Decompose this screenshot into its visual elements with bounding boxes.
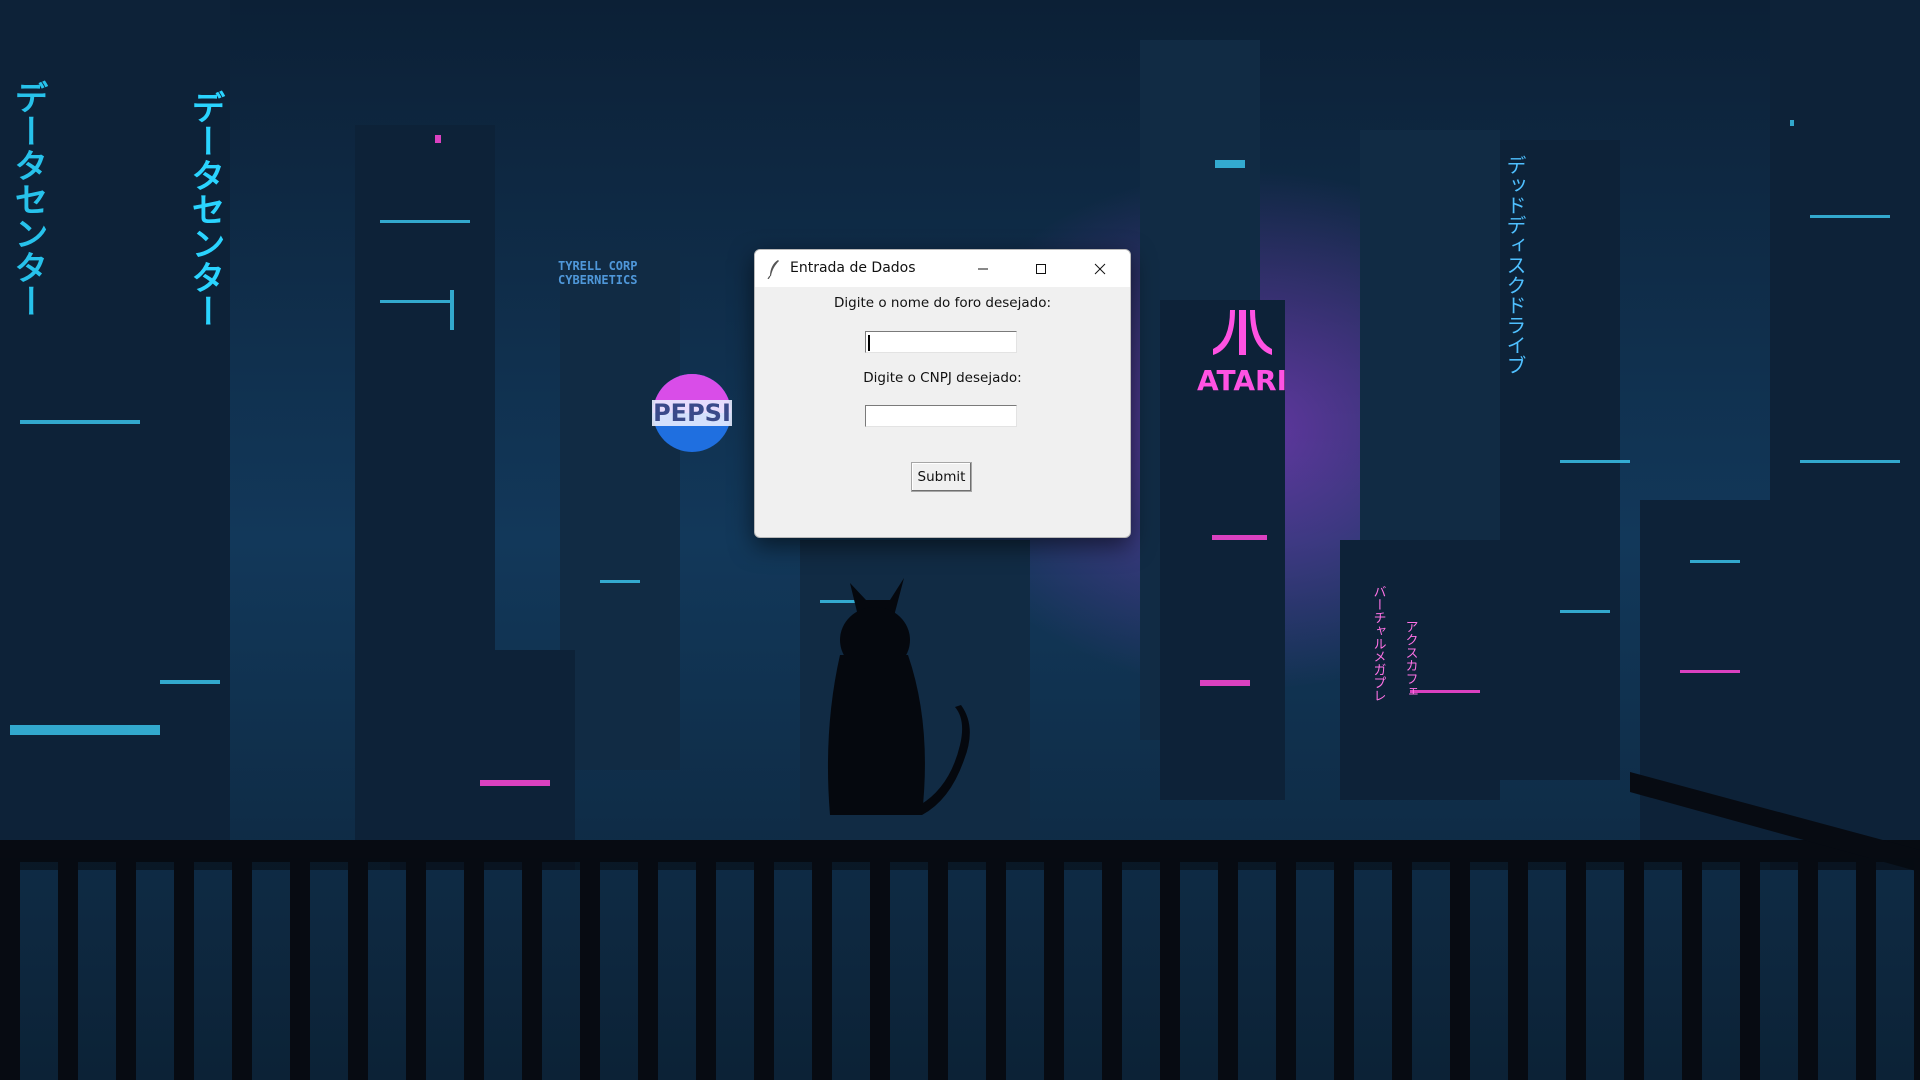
railing-bar [1914, 860, 1920, 1080]
foro-label: Digite o nome do foro desejado: [833, 295, 1052, 311]
railing-bar [580, 860, 600, 1080]
railing-bar [638, 860, 658, 1080]
tyrell-sign: TYRELL CORP [558, 259, 637, 273]
dialog-body: Digite o nome do foro desejado: Digite o… [755, 287, 1130, 537]
minimize-button[interactable] [954, 250, 1012, 287]
railing-bar [1218, 860, 1238, 1080]
railing-bar [348, 860, 368, 1080]
railing-bar [1508, 860, 1528, 1080]
close-icon [1094, 263, 1106, 274]
railing-bar [1856, 860, 1876, 1080]
railing-bar [1624, 860, 1644, 1080]
railing-bar [870, 860, 890, 1080]
railing-bar [464, 860, 484, 1080]
railing-bar [174, 860, 194, 1080]
railing-bar [1102, 860, 1122, 1080]
svg-text:ATARI: ATARI [1197, 364, 1287, 397]
maximize-icon [1036, 263, 1046, 274]
railing-bar [1566, 860, 1586, 1080]
railing-bar [232, 860, 252, 1080]
railing-bar [812, 860, 832, 1080]
railing-bar [1276, 860, 1296, 1080]
svg-text:データセンター: データセンター [8, 80, 48, 318]
svg-text:アクスカフェ: アクスカフェ [1403, 620, 1418, 698]
railing-bar [928, 860, 948, 1080]
cnpj-label: Digite o CNPJ desejado: [863, 370, 1022, 386]
foro-input[interactable] [865, 331, 1017, 353]
submit-button[interactable]: Submit [911, 462, 972, 492]
jp-sign-right: デッドディスクドライブ [1503, 155, 1527, 375]
railing-bar [1392, 860, 1412, 1080]
railing-bar [406, 860, 426, 1080]
railing-bar [116, 860, 136, 1080]
data-entry-dialog: Entrada de Dados Digite o nome do foro d… [754, 249, 1131, 538]
railing-bar [522, 860, 542, 1080]
titlebar[interactable]: Entrada de Dados [755, 250, 1130, 287]
railing-bar [1160, 860, 1180, 1080]
close-button[interactable] [1071, 250, 1129, 287]
svg-text:CYBERNETICS: CYBERNETICS [558, 273, 637, 287]
svg-text:PEPSI: PEPSI [653, 399, 731, 427]
railing-bar [1682, 860, 1702, 1080]
railing-bar [290, 860, 310, 1080]
railing-bar [1334, 860, 1354, 1080]
desktop-wallpaper: TYRELL CORP CYBERNETICS PEPSI ATARI データセ… [0, 0, 1920, 1080]
railing-bar [1798, 860, 1818, 1080]
text-caret [868, 335, 870, 351]
railing-bar [1450, 860, 1470, 1080]
svg-text:バーチャルメガプレ: バーチャルメガプレ [1371, 585, 1387, 702]
jp-sign-left: データセンター [185, 90, 225, 328]
window-title: Entrada de Dados [790, 260, 916, 276]
railing-bar [986, 860, 1006, 1080]
railing-bar [1044, 860, 1064, 1080]
railing-bar [0, 860, 20, 1080]
maximize-button[interactable] [1012, 250, 1070, 287]
railing-bar [696, 860, 716, 1080]
minimize-icon [978, 268, 988, 269]
railing-bar [58, 860, 78, 1080]
cnpj-input[interactable] [865, 405, 1017, 427]
railing-bar [754, 860, 774, 1080]
railing-bar [1740, 860, 1760, 1080]
tk-feather-icon [767, 260, 779, 279]
